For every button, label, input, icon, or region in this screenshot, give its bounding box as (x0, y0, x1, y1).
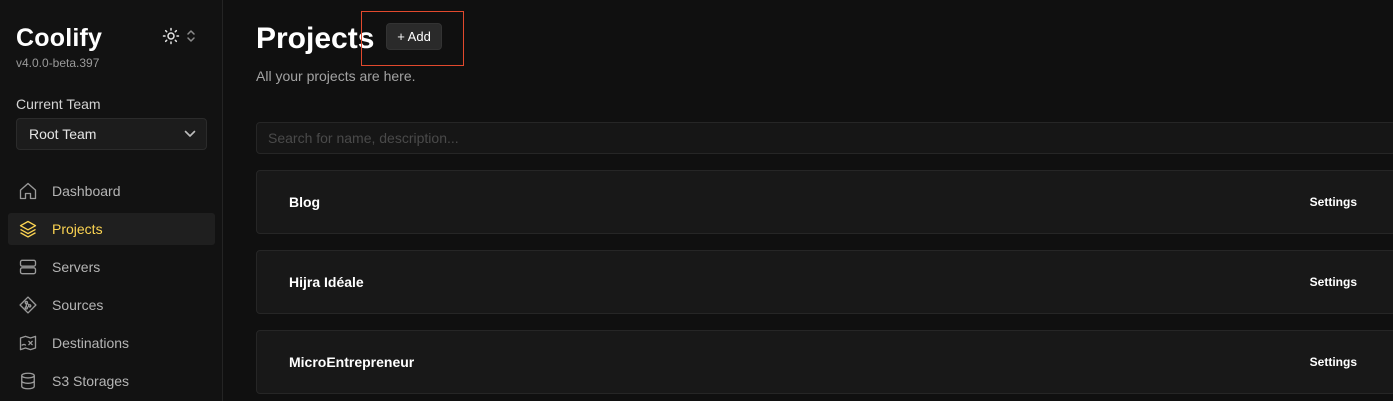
brand-name: Coolify (16, 24, 103, 52)
page-title: Projects (256, 22, 375, 55)
sidebar-item-label: S3 Storages (52, 373, 130, 389)
project-name: Hijra Idéale (289, 274, 364, 290)
page-subtitle: All your projects are here. (256, 68, 416, 84)
project-settings-link[interactable]: Settings (1310, 275, 1357, 289)
project-settings-link[interactable]: Settings (1310, 355, 1357, 369)
sidebar-item-label: Servers (52, 259, 101, 275)
sidebar-item-label: Destinations (52, 335, 130, 351)
team-select[interactable]: Root Team (16, 118, 207, 150)
main-content: Projects + Add All your projects are her… (224, 0, 1393, 401)
sidebar-item-label: Dashboard (52, 183, 121, 199)
sun-icon (162, 27, 180, 45)
search-input[interactable] (256, 122, 1393, 154)
sidebar-nav: Dashboard Projects Servers Sources Desti… (8, 175, 215, 401)
sidebar-item-dashboard[interactable]: Dashboard (8, 175, 215, 207)
project-card-blog[interactable]: Blog Settings (256, 170, 1393, 234)
project-name: Blog (289, 194, 321, 210)
project-card-microentrepreneur[interactable]: MicroEntrepreneur Settings (256, 330, 1393, 394)
sidebar-item-label: Projects (52, 221, 103, 237)
chevron-up-down-icon (187, 30, 195, 42)
theme-toggle[interactable] (162, 26, 204, 46)
team-select-value: Root Team (29, 126, 97, 142)
database-icon (21, 372, 35, 390)
chevron-down-icon (184, 130, 196, 137)
project-settings-link[interactable]: Settings (1310, 195, 1357, 209)
project-card-hijra-ideale[interactable]: Hijra Idéale Settings (256, 250, 1393, 314)
current-team-label: Current Team (16, 96, 101, 112)
project-name: MicroEntrepreneur (289, 354, 415, 370)
sidebar-item-s3-storages[interactable]: S3 Storages (8, 365, 215, 397)
git-icon (19, 296, 37, 314)
server-icon (19, 259, 37, 275)
sidebar-item-destinations[interactable]: Destinations (8, 327, 215, 359)
sidebar-item-label: Sources (52, 297, 104, 313)
layers-icon (19, 220, 37, 238)
add-project-button[interactable]: + Add (386, 23, 442, 50)
destination-icon (19, 335, 37, 351)
sidebar-item-projects[interactable]: Projects (8, 213, 215, 245)
home-icon (19, 182, 37, 200)
app-window: Coolify v4.0.0-beta.397 Current Team Roo… (0, 0, 1393, 401)
version-label: v4.0.0-beta.397 (16, 56, 100, 70)
sidebar-item-servers[interactable]: Servers (8, 251, 215, 283)
sidebar: Coolify v4.0.0-beta.397 Current Team Roo… (0, 0, 223, 401)
sidebar-item-sources[interactable]: Sources (8, 289, 215, 321)
